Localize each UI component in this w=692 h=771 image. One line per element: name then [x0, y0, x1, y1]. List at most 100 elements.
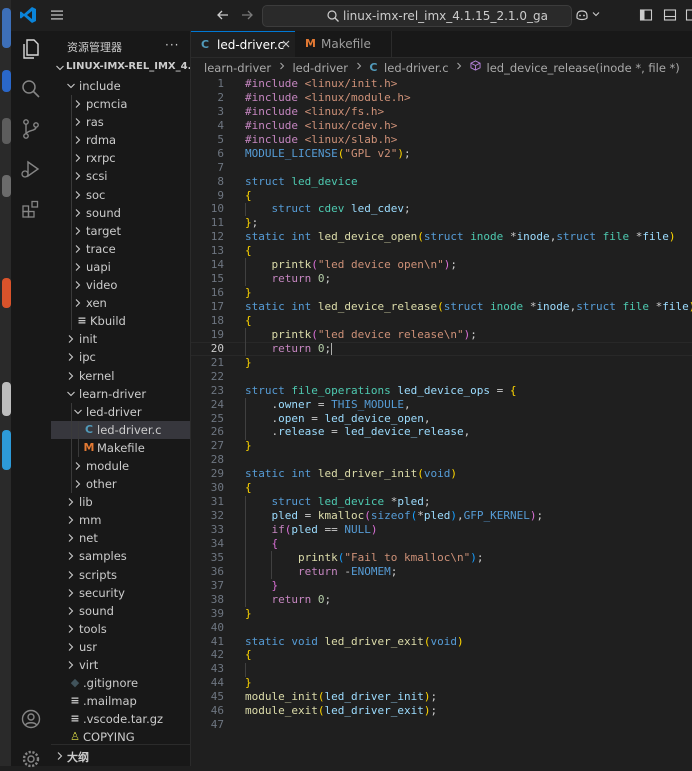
tree-folder-item[interactable]: video	[51, 276, 190, 294]
toggle-secondary-sidebar-icon[interactable]	[685, 8, 692, 22]
code-line: 18{	[191, 314, 692, 328]
tree-folder-item[interactable]: mm	[51, 511, 190, 529]
tree-folder-item[interactable]: sound	[51, 602, 190, 620]
tree-folder-item[interactable]: rxrpc	[51, 149, 190, 167]
tree-folder-item[interactable]: tools	[51, 620, 190, 638]
tree-folder-item[interactable]: samples	[51, 547, 190, 565]
run-debug-icon[interactable]	[19, 157, 43, 181]
tree-folder-item[interactable]: kernel	[51, 367, 190, 385]
code-editor[interactable]: 1#include <linux/init.h>2#include <linux…	[191, 77, 692, 766]
tree-folder-item[interactable]: ipc	[51, 348, 190, 366]
search-icon[interactable]	[19, 77, 43, 101]
code-token: (	[311, 328, 318, 341]
tree-folder-item[interactable]: learn-driver	[51, 385, 190, 403]
line-number: 43	[191, 662, 224, 676]
workspace-root-folder[interactable]: LINUX-IMX-REL_IMX_4.1.15_2.1.0_GA	[51, 59, 190, 77]
tree-folder-item[interactable]: init	[51, 330, 190, 348]
breadcrumb-item[interactable]: learn-driver	[204, 61, 271, 75]
tree-item-label: sound	[79, 604, 114, 618]
tree-folder-item[interactable]: scripts	[51, 566, 190, 584]
dock-app-icon[interactable]	[2, 278, 11, 308]
tree-folder-item[interactable]: led-driver	[51, 403, 190, 421]
account-icon[interactable]	[19, 707, 43, 731]
code-text: static int led_driver_init(void)	[245, 467, 457, 481]
more-actions-icon[interactable]: ···	[165, 38, 179, 52]
code-line: 43	[191, 662, 692, 676]
tab-led-driver-c[interactable]: C led-driver.c	[191, 31, 295, 57]
tree-folder-item[interactable]: rdma	[51, 131, 190, 149]
tree-folder-item[interactable]: pcmcia	[51, 95, 190, 113]
gear-icon[interactable]	[19, 747, 43, 771]
license-icon: ♙	[69, 730, 81, 743]
hamburger-menu-icon[interactable]	[49, 7, 65, 23]
tab-makefile[interactable]: M Makefile	[295, 31, 392, 57]
breadcrumb-item[interactable]: led_device_release(inode *, file *)	[487, 61, 680, 75]
tree-item-label: samples	[79, 549, 127, 563]
back-arrow-icon[interactable]	[215, 7, 231, 23]
tree-folder-item[interactable]: include	[51, 77, 190, 95]
tree-folder-item[interactable]: module	[51, 457, 190, 475]
explorer-icon[interactable]	[19, 37, 43, 61]
code-line: 13{	[191, 244, 692, 258]
code-line: 47	[191, 718, 692, 732]
breadcrumb-item[interactable]: led-driver.c	[384, 61, 448, 75]
tree-folder-item[interactable]: other	[51, 475, 190, 493]
tree-file-item[interactable]: ≡Kbuild	[51, 312, 190, 330]
makefile-icon: M	[83, 441, 95, 454]
command-center-search[interactable]: linux-imx-rel_imx_4.1.15_2.1.0_ga	[262, 5, 572, 27]
outline-section-header[interactable]: 大纲	[51, 744, 190, 766]
tree-folder-item[interactable]: net	[51, 529, 190, 547]
code-text: #include <linux/slab.h>	[245, 133, 397, 147]
dock-app-icon[interactable]	[2, 70, 11, 92]
tree-folder-item[interactable]: scsi	[51, 167, 190, 185]
toggle-sidebar-icon[interactable]	[639, 8, 653, 22]
copilot-icon[interactable]	[574, 7, 590, 23]
tree-folder-item[interactable]: xen	[51, 294, 190, 312]
code-text: printk("led device release\n");	[245, 328, 477, 342]
tree-file-item[interactable]: ◆.gitignore	[51, 674, 190, 692]
tree-file-item[interactable]: ≡.vscode.tar.gz	[51, 710, 190, 728]
dock-app-icon[interactable]	[2, 175, 11, 197]
tree-folder-item[interactable]: usr	[51, 638, 190, 656]
chevron-right-icon	[65, 659, 77, 671]
tree-folder-item[interactable]: security	[51, 584, 190, 602]
dock-app-icon[interactable]	[2, 382, 11, 416]
code-token: ;	[404, 202, 411, 215]
breadcrumb-item[interactable]: led-driver	[292, 61, 348, 75]
code-token: ;	[430, 704, 437, 717]
forward-arrow-icon[interactable]	[239, 7, 255, 23]
tree-folder-item[interactable]: target	[51, 222, 190, 240]
code-token	[245, 495, 272, 508]
source-control-icon[interactable]	[19, 117, 43, 141]
extensions-icon[interactable]	[19, 197, 43, 221]
tree-file-item[interactable]: ≡.mailmap	[51, 692, 190, 710]
tree-folder-item[interactable]: sound	[51, 204, 190, 222]
dock-app-icon[interactable]	[2, 8, 11, 48]
tree-folder-item[interactable]: ras	[51, 113, 190, 131]
tree-folder-item[interactable]: uapi	[51, 258, 190, 276]
chevron-right-icon	[72, 189, 84, 201]
code-token	[245, 258, 272, 271]
code-token: inode	[470, 230, 510, 243]
dock-app-icon[interactable]	[2, 118, 11, 144]
tree-file-item[interactable]: Cled-driver.c	[51, 421, 190, 439]
code-token: owner	[278, 398, 311, 411]
toggle-panel-icon[interactable]	[663, 8, 677, 22]
tree-item-label: video	[86, 278, 117, 292]
tree-file-item[interactable]: MMakefile	[51, 439, 190, 457]
tree-folder-item[interactable]: soc	[51, 186, 190, 204]
search-icon	[326, 9, 340, 23]
code-token: file_operations	[291, 384, 397, 397]
tree-item-label: mm	[79, 513, 101, 527]
chevron-down-icon[interactable]	[591, 9, 601, 19]
dock-app-icon[interactable]	[2, 430, 11, 470]
tree-folder-item[interactable]: lib	[51, 493, 190, 511]
code-token: led_driver_init	[324, 690, 423, 703]
tree-folder-item[interactable]: trace	[51, 240, 190, 258]
code-text: };	[245, 216, 258, 230]
code-token: led_driver_exit	[324, 635, 423, 648]
tree-folder-item[interactable]: virt	[51, 656, 190, 674]
code-token: struct	[576, 300, 622, 313]
chevron-right-icon	[72, 279, 84, 291]
close-icon[interactable]	[280, 38, 292, 50]
